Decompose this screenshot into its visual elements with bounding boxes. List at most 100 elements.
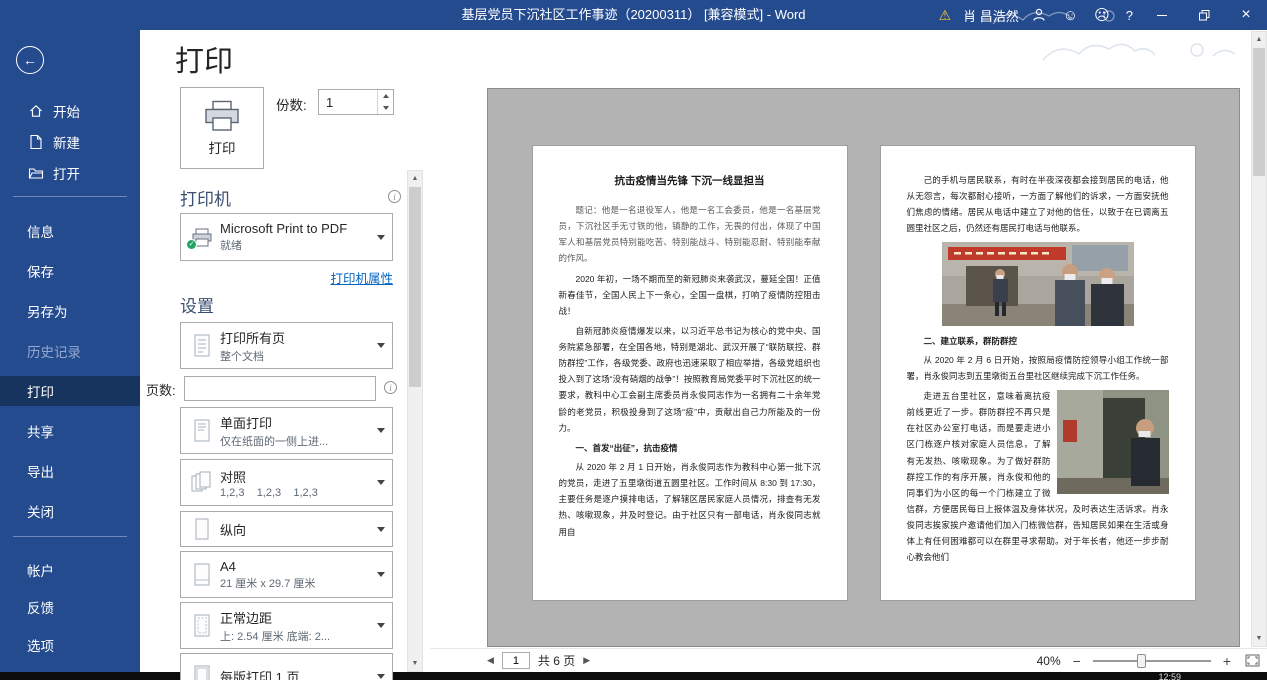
spinner-buttons: [377, 90, 393, 114]
preview-canvas: 抗击疫情当先锋 下沉一线显担当 题记：他是一名退役军人，他是一名工会委员，他是一…: [487, 88, 1240, 647]
collation-dropdown[interactable]: 对照 1,2,3 1,2,3 1,2,3: [180, 459, 393, 506]
fit-page-icon: [1245, 654, 1260, 667]
doc-paragraph: 从 2020 年 2 月 6 日开始，按照局疫情防控领导小组工作统一部署，肖永俊…: [907, 352, 1169, 384]
close-icon: ×: [1241, 7, 1250, 23]
user-avatar-icon[interactable]: [1023, 0, 1055, 30]
sidebar-item-close[interactable]: 关闭: [0, 496, 140, 526]
printer-ready-check-icon: ✓: [186, 239, 197, 250]
zoom-slider-thumb[interactable]: [1137, 654, 1146, 668]
scroll-up-icon[interactable]: ▲: [1252, 32, 1266, 47]
printer-info-icon[interactable]: i: [388, 190, 401, 203]
scroll-down-icon[interactable]: ▼: [1252, 631, 1266, 646]
sidebar-item-save-as[interactable]: 另存为: [0, 296, 140, 326]
scrollbar-thumb[interactable]: [1253, 48, 1265, 176]
word-backstage-print-window: 基层党员下沉社区工作事迹（20200311） [兼容模式] - Word ⚠ 肖…: [0, 0, 1267, 680]
chevron-down-icon: [377, 480, 385, 485]
sidebar-item-home[interactable]: 开始: [0, 96, 140, 126]
sidebar-item-open[interactable]: 打开: [0, 158, 140, 188]
pages-per-sheet-icon: [189, 664, 215, 680]
sidebar-item-share[interactable]: 共享: [0, 416, 140, 446]
page-navigation: ◀ 共 6 页 ▶: [487, 652, 590, 669]
page-title: 打印: [175, 38, 233, 80]
sidebar-item-history[interactable]: 历史记录: [0, 336, 140, 366]
help-icon[interactable]: ?: [1118, 0, 1141, 30]
current-page-input[interactable]: [502, 652, 530, 669]
minimize-button[interactable]: [1141, 0, 1183, 30]
duplex-dropdown[interactable]: 单面打印 仅在纸面的一侧上进...: [180, 407, 393, 454]
warning-icon[interactable]: ⚠: [931, 0, 960, 30]
one-sided-print-icon: [189, 418, 215, 444]
sidebar-item-label: 打印: [27, 381, 54, 401]
spin-down-icon[interactable]: [378, 102, 393, 114]
titlebar-controls: ⚠ 肖 昌浩然 ☺ ☹ ? ×: [931, 0, 1267, 30]
new-document-icon: [27, 134, 44, 151]
next-page-icon[interactable]: ▶: [583, 655, 590, 666]
pages-label: 页数:: [146, 380, 176, 399]
doc-paragraph: 自新冠肺炎疫情爆发以来，以习近平总书记为核心的党中央、国务院紧急部署，在全国各地…: [559, 323, 821, 436]
sidebar-item-label: 打开: [53, 163, 80, 183]
decorative-clouds-icon: [1037, 32, 1247, 66]
sidebar-item-export[interactable]: 导出: [0, 456, 140, 486]
sidebar-item-info[interactable]: 信息: [0, 216, 140, 246]
printer-icon: [203, 100, 241, 132]
pages-per-sheet-dropdown[interactable]: 每版打印 1 页: [180, 653, 393, 680]
sidebar-item-label: 选项: [27, 635, 54, 655]
pages-range-input[interactable]: [184, 376, 376, 401]
zoom-slider[interactable]: [1093, 660, 1211, 662]
sidebar-item-label: 开始: [53, 101, 80, 121]
zoom-to-page-button[interactable]: [1243, 653, 1261, 669]
sidebar-item-label: 信息: [27, 221, 54, 241]
settings-scrollbar[interactable]: ▲ ▼: [407, 170, 423, 672]
restore-button[interactable]: [1183, 0, 1225, 30]
orientation-dropdown[interactable]: 纵向: [180, 511, 393, 547]
sidebar-item-label: 共享: [27, 421, 54, 441]
pages-info-icon[interactable]: i: [384, 381, 397, 394]
print-settings-panel: 打印 打印 份数: 打印机 i: [140, 30, 430, 672]
print-all-pages-icon: [189, 333, 215, 359]
printer-selector-dropdown[interactable]: ✓ Microsoft Print to PDF 就绪: [180, 213, 393, 261]
settings-section-title: 设置: [180, 292, 214, 317]
sidebar-item-print[interactable]: 打印: [0, 376, 140, 406]
collated-pages-icon: [189, 470, 215, 496]
photo-door-to-door-visit: [1057, 390, 1169, 494]
spin-up-icon[interactable]: [378, 90, 393, 102]
zoom-in-icon[interactable]: +: [1221, 653, 1233, 669]
back-button[interactable]: ←: [16, 46, 44, 74]
home-icon: [27, 103, 44, 120]
chevron-down-icon: [377, 428, 385, 433]
printer-section-title: 打印机: [180, 185, 231, 210]
preview-page-1: 抗击疫情当先锋 下沉一线显担当 题记：他是一名退役军人，他是一名工会委员，他是一…: [532, 145, 848, 601]
chevron-down-icon: [377, 572, 385, 577]
sidebar-item-new[interactable]: 新建: [0, 127, 140, 157]
preview-scrollbar[interactable]: ▲ ▼: [1251, 31, 1267, 647]
zoom-out-icon[interactable]: −: [1071, 653, 1083, 669]
chevron-down-icon: [377, 235, 385, 240]
minimize-icon: [1157, 15, 1167, 16]
printer-name: Microsoft Print to PDF: [220, 221, 373, 236]
zoom-percent-label[interactable]: 40%: [1037, 654, 1061, 668]
copies-input[interactable]: [319, 90, 377, 114]
sidebar-item-options[interactable]: 选项: [0, 630, 140, 660]
smiley-feedback-icon[interactable]: ☺: [1055, 0, 1086, 30]
close-button[interactable]: ×: [1225, 0, 1267, 30]
scrollbar-thumb[interactable]: [409, 187, 421, 387]
doc-subheading: 二、建立联系，群防群控: [907, 333, 1169, 349]
printer-status: 就绪: [220, 237, 373, 253]
scroll-up-icon[interactable]: ▲: [408, 171, 422, 186]
chevron-down-icon: [377, 527, 385, 532]
sidebar-item-feedback[interactable]: 反馈: [0, 592, 140, 622]
sidebar-item-save[interactable]: 保存: [0, 256, 140, 286]
paper-size-dropdown[interactable]: A4 21 厘米 x 29.7 厘米: [180, 551, 393, 598]
previous-page-icon[interactable]: ◀: [487, 655, 494, 666]
frown-feedback-icon[interactable]: ☹: [1086, 0, 1118, 30]
print-range-dropdown[interactable]: 打印所有页 整个文档: [180, 322, 393, 369]
scroll-down-icon[interactable]: ▼: [408, 656, 422, 671]
sidebar-item-label: 保存: [27, 261, 54, 281]
print-button[interactable]: 打印: [180, 87, 264, 169]
sidebar-item-account[interactable]: 帐户: [0, 555, 140, 585]
printer-properties-link[interactable]: 打印机属性: [180, 268, 393, 287]
margins-dropdown[interactable]: 正常边距 上: 2.54 厘米 底端: 2...: [180, 602, 393, 649]
doc-paragraph: 从 2020 年 2 月 1 日开始，肖永俊同志作为教科中心第一批下沉的党员，走…: [559, 459, 821, 540]
doc-epigraph: 题记：他是一名退役军人，他是一名工会委员，他是一名基层党员，下沉社区手无寸铁的他…: [559, 202, 821, 267]
user-name[interactable]: 肖 昌浩然: [959, 0, 1023, 30]
